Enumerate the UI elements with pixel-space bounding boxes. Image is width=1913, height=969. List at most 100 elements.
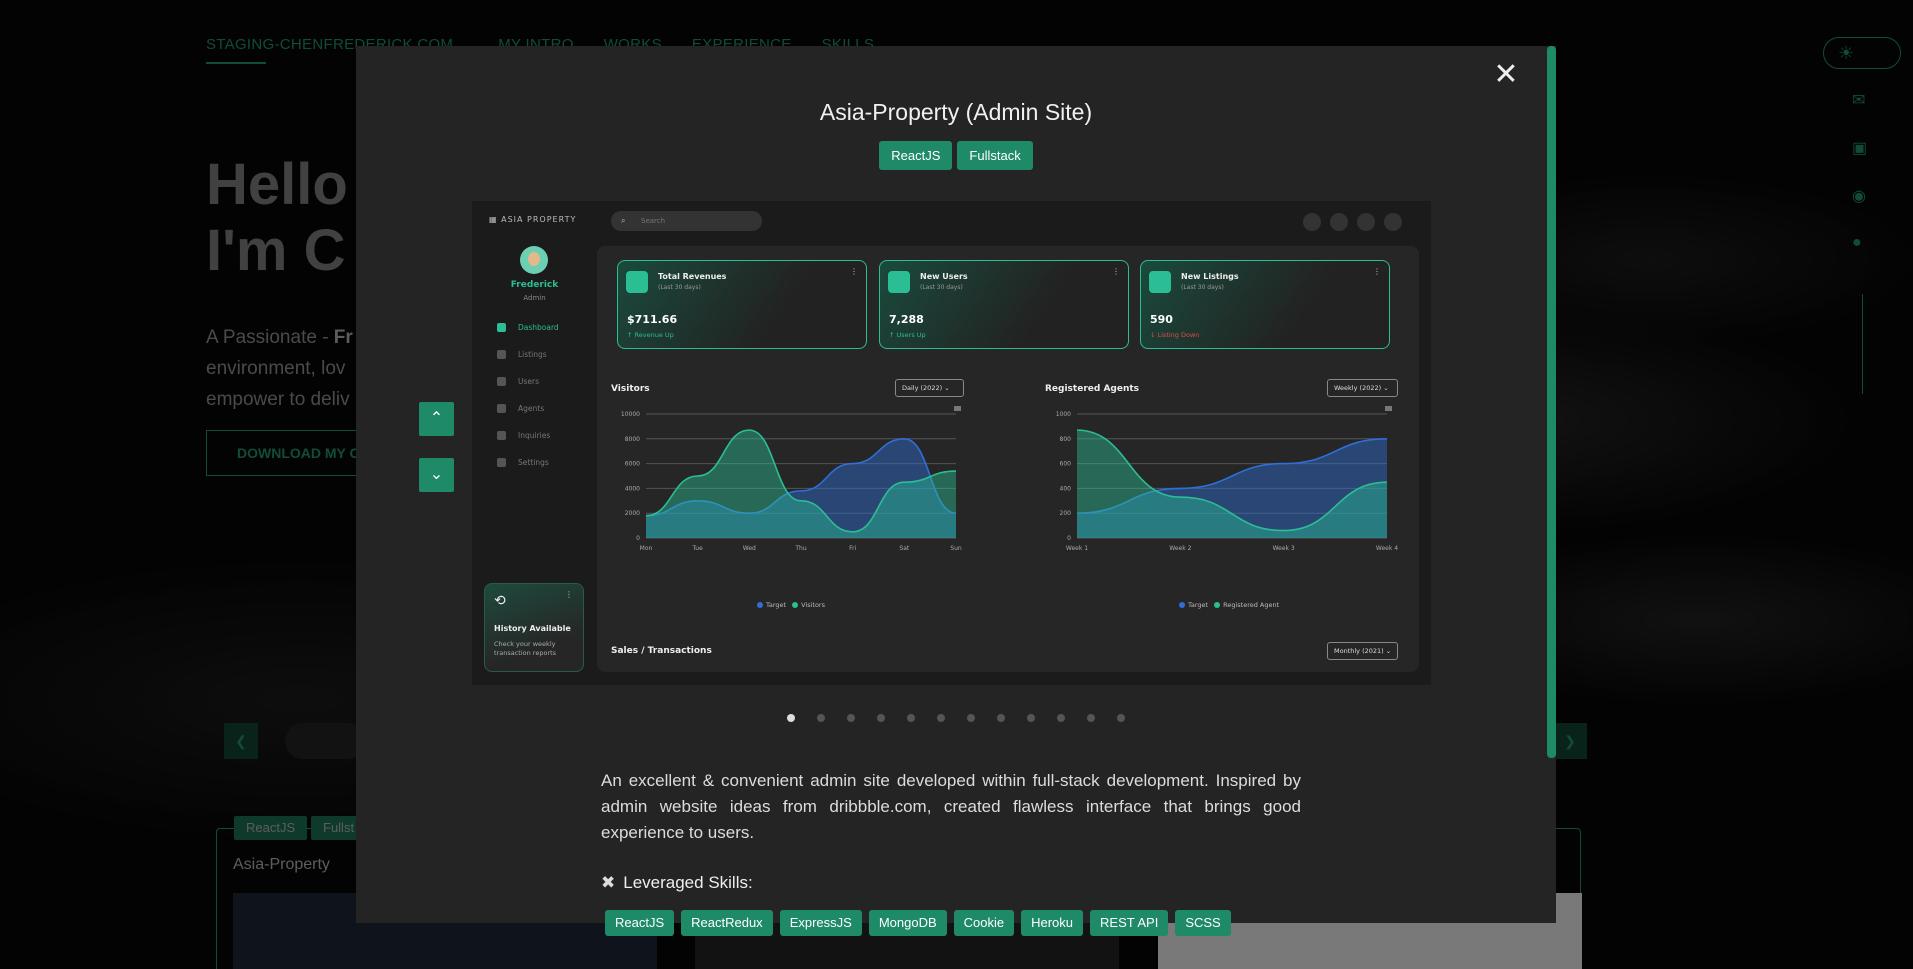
history-title: History Available xyxy=(494,624,571,633)
carousel-up-button[interactable]: ⌃ xyxy=(419,402,454,436)
screenshot-dashboard-panel: ⋮ Total Revenues (Last 30 days) $711.66 … xyxy=(597,246,1419,672)
more-icon: ⋮ xyxy=(1112,267,1120,276)
x-tick-label: Wed xyxy=(743,545,756,552)
chevron-down-icon: ⌄ xyxy=(429,466,444,483)
chevron-up-icon: ⌃ xyxy=(429,410,444,427)
menu-item-settings: Settings xyxy=(497,457,559,467)
visitors-title: Visitors xyxy=(611,384,650,394)
legend-item: Visitors xyxy=(792,601,825,609)
carousel-dot[interactable] xyxy=(847,714,855,722)
x-tick-label: Fri xyxy=(849,545,856,552)
listings-icon xyxy=(1149,271,1171,293)
skill-badge: ExpressJS xyxy=(779,910,862,936)
agents-select: Weekly (2022) ⌄ xyxy=(1327,379,1398,397)
x-tick-label: Week 1 xyxy=(1066,545,1088,552)
project-screenshot: ▦ ASIA PROPERTY Frederick Admin Dashboar… xyxy=(472,201,1431,685)
settings-icon xyxy=(497,457,506,467)
y-tick-label: 2000 xyxy=(625,510,640,517)
visitors-select: Daily (2022) ⌄ xyxy=(895,379,964,397)
more-icon: ⋮ xyxy=(1373,267,1381,276)
legend-item: Target xyxy=(757,601,786,609)
more-icon: ⋮ xyxy=(850,267,858,276)
skill-badge: ReactJS xyxy=(605,910,675,936)
screenshot-top-icons xyxy=(1303,213,1402,231)
x-tick-label: Week 3 xyxy=(1273,545,1295,552)
close-icon[interactable]: ✕ xyxy=(1493,60,1519,90)
history-icon: ⟲ xyxy=(494,593,506,609)
x-tick-label: Mon xyxy=(640,545,653,552)
carousel-down-button[interactable]: ⌄ xyxy=(419,458,454,492)
carousel-dot[interactable] xyxy=(967,714,975,722)
y-tick-label: 0 xyxy=(1067,535,1071,542)
agents-icon xyxy=(497,403,506,413)
inquiries-icon xyxy=(497,430,506,440)
carousel-dot[interactable] xyxy=(907,714,915,722)
menu-item-inquiries: Inquiries xyxy=(497,430,559,440)
y-tick-label: 0 xyxy=(636,535,640,542)
modal-tags: ReactJS Fullstack xyxy=(356,141,1556,170)
tag-badge: Fullstack xyxy=(957,141,1033,170)
carousel-dots xyxy=(356,714,1556,722)
menu-icon xyxy=(954,406,961,411)
skills-list: ReactJS ReactRedux ExpressJS MongoDB Coo… xyxy=(605,910,1231,936)
skills-title: Leveraged Skills: xyxy=(623,873,753,892)
search-icon: ⌕ xyxy=(621,216,626,225)
screenshot-username: Frederick xyxy=(510,280,559,290)
stat-card: ⋮ Total Revenues (Last 30 days) $711.66 … xyxy=(617,260,867,349)
carousel-dot[interactable] xyxy=(1087,714,1095,722)
y-tick-label: 800 xyxy=(1060,436,1072,443)
users-icon xyxy=(497,376,506,386)
tools-icon: ✖ xyxy=(601,873,616,892)
y-tick-label: 600 xyxy=(1060,461,1072,468)
skill-badge: ReactRedux xyxy=(681,910,773,936)
y-tick-label: 200 xyxy=(1060,510,1072,517)
modal-title: Asia-Property (Admin Site) xyxy=(819,99,1093,125)
tag-badge: ReactJS xyxy=(879,141,953,170)
carousel-dot[interactable] xyxy=(1117,714,1125,722)
y-tick-label: 10000 xyxy=(621,411,640,418)
history-desc: Check your weekly transaction reports xyxy=(494,640,557,657)
listings-icon xyxy=(497,349,506,359)
menu-item-agents: Agents xyxy=(497,403,559,413)
bell-icon xyxy=(1303,213,1321,231)
stat-card: ⋮ New Users (Last 30 days) 7,288 ↑ Users… xyxy=(879,260,1129,349)
menu-item-dashboard: Dashboard xyxy=(497,322,559,332)
stat-delta: ↑ Revenue Up xyxy=(627,331,674,339)
carousel-dot[interactable] xyxy=(1057,714,1065,722)
user-icon xyxy=(1384,213,1402,231)
revenue-icon xyxy=(626,271,648,293)
legend-item: Registered Agent xyxy=(1214,601,1279,609)
dashboard-icon xyxy=(497,322,506,332)
x-tick-label: Thu xyxy=(794,545,806,552)
history-card: ⟲ ⋮ History Available Check your weekly … xyxy=(484,583,584,672)
stat-card: ⋮ New Listings (Last 30 days) 590 ↓ List… xyxy=(1140,260,1390,349)
screenshot-sidebar: ▦ ASIA PROPERTY Frederick Admin Dashboar… xyxy=(472,201,587,685)
menu-item-users: Users xyxy=(497,376,559,386)
screenshot-role: Admin xyxy=(523,294,546,302)
carousel-dot[interactable] xyxy=(1027,714,1035,722)
skill-badge: REST API xyxy=(1090,910,1169,936)
agents-legend: Target Registered Agent xyxy=(1179,601,1279,609)
screenshot-menu: Dashboard Listings Users Agents Inquirie… xyxy=(497,322,559,467)
x-tick-label: Week 4 xyxy=(1376,545,1398,552)
screenshot-brand: ▦ ASIA PROPERTY xyxy=(489,215,577,224)
project-description: An excellent & convenient admin site dev… xyxy=(601,771,1301,842)
menu-icon xyxy=(1385,406,1392,411)
building-icon xyxy=(1357,213,1375,231)
y-tick-label: 6000 xyxy=(625,461,640,468)
carousel-dot[interactable] xyxy=(877,714,885,722)
carousel-dot[interactable] xyxy=(787,714,795,722)
carousel-dot[interactable] xyxy=(937,714,945,722)
y-tick-label: 1000 xyxy=(1056,411,1071,418)
visitors-legend: Target Visitors xyxy=(757,601,825,609)
avatar xyxy=(520,246,548,274)
y-tick-label: 8000 xyxy=(625,436,640,443)
users-icon xyxy=(888,271,910,293)
stat-delta: ↓ Listing Down xyxy=(1150,331,1200,339)
chat-icon xyxy=(1330,213,1348,231)
carousel-dot[interactable] xyxy=(997,714,1005,722)
skills-heading: ✖ Leveraged Skills: xyxy=(601,873,753,893)
carousel-dot[interactable] xyxy=(817,714,825,722)
x-tick-label: Sat xyxy=(899,545,909,552)
visitors-chart: 0 2000 4000 6000 8000 10000 Mon Tue Wed Thu Fri Sat… xyxy=(621,406,962,552)
